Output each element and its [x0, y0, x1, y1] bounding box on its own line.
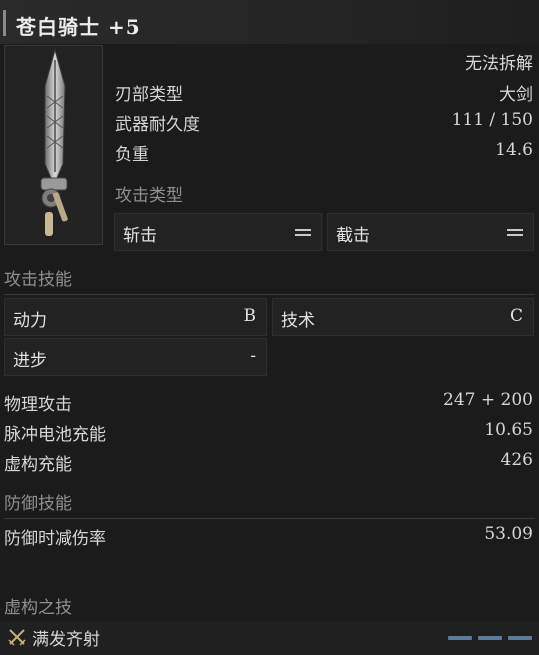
fable-charge-value: 426: [500, 450, 533, 470]
skill-motivity-label: 动力: [13, 311, 47, 331]
title-accent-bar: [3, 10, 6, 36]
physical-attack-value: 247 + 200: [443, 390, 533, 410]
attack-type-intercept: 截击: [327, 213, 534, 251]
skill-advance-grade: -: [250, 346, 256, 366]
pulse-cell-value: 10.65: [484, 420, 533, 440]
fable-charge-label: 虚构充能: [4, 455, 72, 475]
weapon-title: 苍白骑士 +5: [16, 15, 141, 39]
skill-technique: 技术 C: [272, 298, 534, 336]
blade-type-value: 大剑: [499, 85, 533, 105]
fable-charge-segment-2: [478, 636, 502, 640]
fable-charge-segment-3: [508, 636, 532, 640]
fable-art-heading: 虚构之技: [4, 598, 72, 618]
title-bar: 苍白骑士 +5: [0, 0, 539, 44]
skill-motivity-grade: B: [243, 306, 257, 326]
skill-advance-label: 进步: [13, 351, 47, 371]
skill-motivity: 动力 B: [4, 298, 267, 336]
defense-divider: [4, 518, 535, 519]
guard-reduction-value: 53.09: [484, 524, 533, 544]
attack-type-intercept-label: 截击: [336, 226, 370, 246]
attack-skills-heading: 攻击技能: [4, 270, 72, 290]
pulse-cell-label: 脉冲电池充能: [4, 425, 106, 445]
attack-type-slash: 斩击: [114, 213, 322, 251]
physical-attack-label: 物理攻击: [4, 395, 72, 415]
crossed-swords-icon: [8, 629, 26, 646]
equals-icon: [507, 229, 523, 236]
sword-image: [40, 48, 68, 236]
blade-type-label: 刃部类型: [115, 85, 183, 105]
guard-reduction-label: 防御时减伤率: [4, 529, 106, 549]
weight-value: 14.6: [495, 140, 533, 160]
equals-icon: [295, 229, 311, 236]
weapon-thumbnail: [4, 45, 103, 245]
skill-advance: 进步 -: [4, 338, 267, 376]
durability-label: 武器耐久度: [115, 115, 200, 135]
fable-art-name: 满发齐射: [32, 630, 100, 650]
fable-charge-segment-1: [448, 636, 472, 640]
defense-heading: 防御技能: [4, 494, 72, 514]
durability-value: 111 / 150: [451, 110, 533, 130]
weight-label: 负重: [115, 145, 149, 165]
attack-type-heading: 攻击类型: [115, 186, 183, 206]
attack-type-slash-label: 斩击: [123, 226, 157, 246]
skill-technique-grade: C: [509, 306, 523, 326]
dismantle-status: 无法拆解: [465, 54, 533, 74]
attack-skills-divider: [4, 294, 535, 295]
skill-technique-label: 技术: [281, 311, 315, 331]
